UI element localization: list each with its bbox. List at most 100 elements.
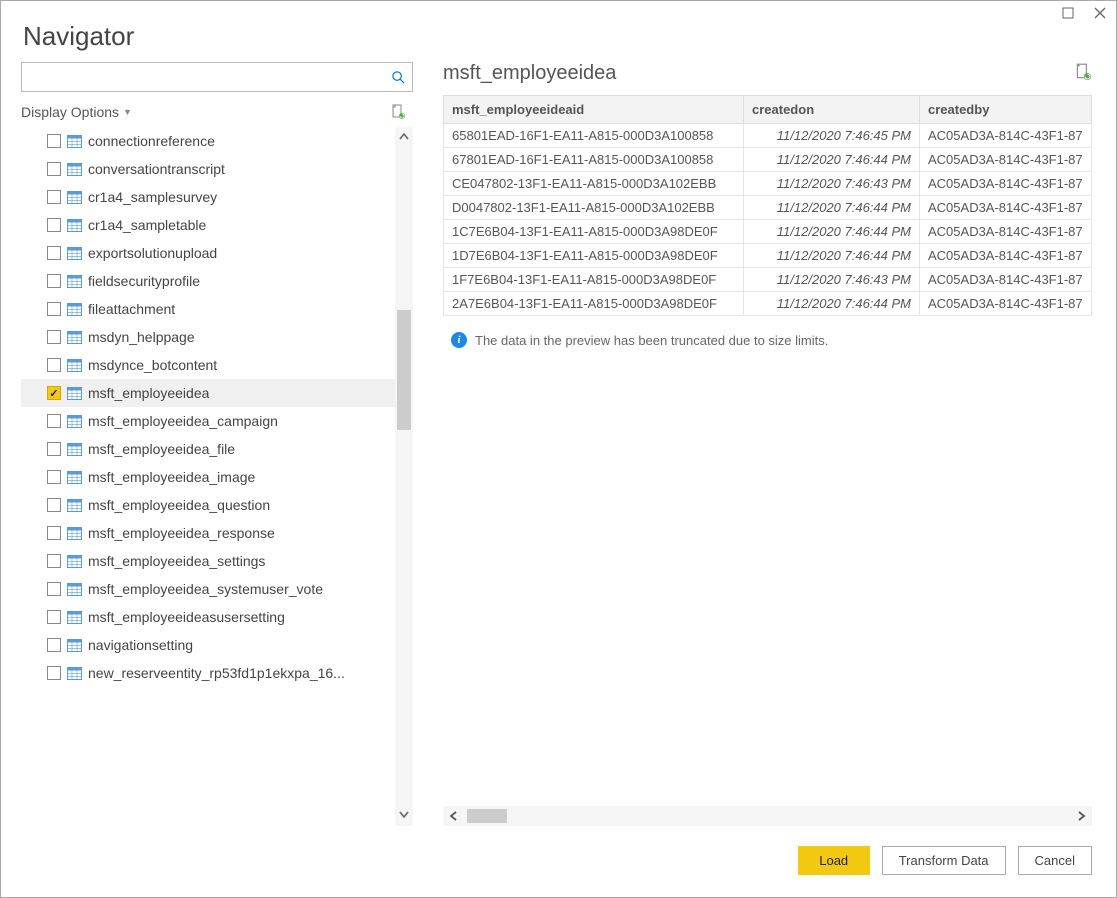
table-icon — [67, 583, 82, 596]
checkbox[interactable] — [47, 582, 61, 596]
column-header[interactable]: msft_employeeideaid — [444, 96, 744, 124]
checkbox[interactable] — [47, 162, 61, 176]
tree-item-label: cr1a4_samplesurvey — [88, 189, 217, 205]
tree-item[interactable]: conversationtranscript — [21, 155, 395, 183]
checkbox[interactable] — [47, 358, 61, 372]
tree-item-label: cr1a4_sampletable — [88, 217, 206, 233]
table-cell: 11/12/2020 7:46:44 PM — [744, 148, 920, 172]
tree-item[interactable]: msdynce_botcontent — [21, 351, 395, 379]
checkbox[interactable] — [47, 554, 61, 568]
preview-horizontal-scrollbar[interactable] — [443, 806, 1092, 826]
checkbox[interactable] — [47, 442, 61, 456]
table-icon — [67, 527, 82, 540]
checkbox[interactable] — [47, 610, 61, 624]
tree-item[interactable]: msdyn_helppage — [21, 323, 395, 351]
scroll-right-arrow[interactable] — [1072, 809, 1090, 824]
table-row[interactable]: D0047802-13F1-EA11-A815-000D3A102EBB11/1… — [444, 196, 1092, 220]
table-cell: AC05AD3A-814C-43F1-87 — [920, 196, 1092, 220]
table-icon — [67, 359, 82, 372]
tree-vertical-scrollbar[interactable] — [395, 127, 413, 826]
display-options-dropdown[interactable]: Display Options ▼ — [21, 104, 132, 120]
table-row[interactable]: 67801EAD-16F1-EA11-A815-000D3A10085811/1… — [444, 148, 1092, 172]
tree-item[interactable]: exportsolutionupload — [21, 239, 395, 267]
checkbox[interactable] — [47, 134, 61, 148]
tree-item[interactable]: msft_employeeidea_file — [21, 435, 395, 463]
scroll-left-arrow[interactable] — [445, 809, 463, 824]
scroll-down-arrow[interactable] — [399, 808, 409, 822]
tree-item[interactable]: msft_employeeidea_response — [21, 519, 395, 547]
table-row[interactable]: CE047802-13F1-EA11-A815-000D3A102EBB11/1… — [444, 172, 1092, 196]
search-input[interactable] — [22, 66, 384, 89]
checkbox[interactable] — [47, 190, 61, 204]
table-icon — [67, 163, 82, 176]
checkbox[interactable] — [47, 274, 61, 288]
h-scroll-thumb[interactable] — [467, 809, 507, 823]
scroll-track[interactable] — [397, 145, 411, 808]
table-icon — [67, 275, 82, 288]
refresh-tree-icon[interactable] — [389, 103, 407, 121]
checkbox[interactable] — [47, 302, 61, 316]
scroll-up-arrow[interactable] — [399, 131, 409, 145]
tree-item-label: msft_employeeideasusersetting — [88, 609, 285, 625]
cancel-button[interactable]: Cancel — [1018, 846, 1092, 875]
table-cell: 11/12/2020 7:46:45 PM — [744, 124, 920, 148]
left-panel: Display Options ▼ connectionreferencecon… — [21, 62, 413, 826]
tree-item[interactable]: msft_employeeidea_campaign — [21, 407, 395, 435]
tree-item[interactable]: fileattachment — [21, 295, 395, 323]
h-scroll-track[interactable] — [467, 809, 1068, 823]
checkbox[interactable] — [47, 638, 61, 652]
page-title: Navigator — [1, 1, 1116, 62]
table-icon — [67, 555, 82, 568]
tree-item[interactable]: msft_employeeidea_systemuser_vote — [21, 575, 395, 603]
table-cell: 11/12/2020 7:46:44 PM — [744, 292, 920, 316]
checkbox[interactable] — [47, 414, 61, 428]
tree-item[interactable]: cr1a4_samplesurvey — [21, 183, 395, 211]
tree-item[interactable]: msft_employeeidea_question — [21, 491, 395, 519]
tree-item[interactable]: fieldsecurityprofile — [21, 267, 395, 295]
tree-item[interactable]: msft_employeeidea_settings — [21, 547, 395, 575]
table-icon — [67, 219, 82, 232]
load-button[interactable]: Load — [798, 846, 870, 875]
table-cell: 11/12/2020 7:46:44 PM — [744, 244, 920, 268]
table-row[interactable]: 1C7E6B04-13F1-EA11-A815-000D3A98DE0F11/1… — [444, 220, 1092, 244]
checkbox[interactable] — [47, 330, 61, 344]
table-icon — [67, 443, 82, 456]
table-row[interactable]: 1D7E6B04-13F1-EA11-A815-000D3A98DE0F11/1… — [444, 244, 1092, 268]
tree-item[interactable]: connectionreference — [21, 127, 395, 155]
table-cell: AC05AD3A-814C-43F1-87 — [920, 148, 1092, 172]
transform-data-button[interactable]: Transform Data — [882, 846, 1006, 875]
table-cell: 65801EAD-16F1-EA11-A815-000D3A100858 — [444, 124, 744, 148]
column-header[interactable]: createdby — [920, 96, 1092, 124]
checkbox[interactable]: ✓ — [47, 386, 61, 400]
tree-item[interactable]: cr1a4_sampletable — [21, 211, 395, 239]
refresh-preview-icon[interactable] — [1074, 63, 1092, 84]
tree-container: connectionreferenceconversationtranscrip… — [21, 127, 413, 826]
checkbox[interactable] — [47, 246, 61, 260]
h-scroll-area — [443, 806, 1092, 826]
column-header[interactable]: createdon — [744, 96, 920, 124]
info-row: i The data in the preview has been trunc… — [443, 316, 1092, 364]
scroll-thumb[interactable] — [397, 310, 411, 430]
close-button[interactable] — [1092, 5, 1108, 21]
checkbox[interactable] — [47, 218, 61, 232]
checkbox[interactable] — [47, 666, 61, 680]
tree-item[interactable]: ✓msft_employeeidea — [21, 379, 395, 407]
table-row[interactable]: 1F7E6B04-13F1-EA11-A815-000D3A98DE0F11/1… — [444, 268, 1092, 292]
tree-item[interactable]: msft_employeeideasusersetting — [21, 603, 395, 631]
table-icon — [67, 499, 82, 512]
table-row[interactable]: 65801EAD-16F1-EA11-A815-000D3A10085811/1… — [444, 124, 1092, 148]
tree-item[interactable]: navigationsetting — [21, 631, 395, 659]
checkbox[interactable] — [47, 526, 61, 540]
maximize-button[interactable] — [1060, 5, 1076, 21]
chevron-down-icon: ▼ — [123, 107, 132, 117]
search-icon[interactable] — [384, 70, 412, 85]
info-message: The data in the preview has been truncat… — [475, 333, 828, 348]
tree-item[interactable]: new_reserveentity_rp53fd1p1ekxpa_16... — [21, 659, 395, 687]
table-row[interactable]: 2A7E6B04-13F1-EA11-A815-000D3A98DE0F11/1… — [444, 292, 1092, 316]
tree-item[interactable]: msft_employeeidea_image — [21, 463, 395, 491]
tree-item-label: msft_employeeidea_campaign — [88, 413, 278, 429]
tree-item-label: msft_employeeidea_file — [88, 441, 235, 457]
checkbox[interactable] — [47, 470, 61, 484]
table-cell: 67801EAD-16F1-EA11-A815-000D3A100858 — [444, 148, 744, 172]
checkbox[interactable] — [47, 498, 61, 512]
